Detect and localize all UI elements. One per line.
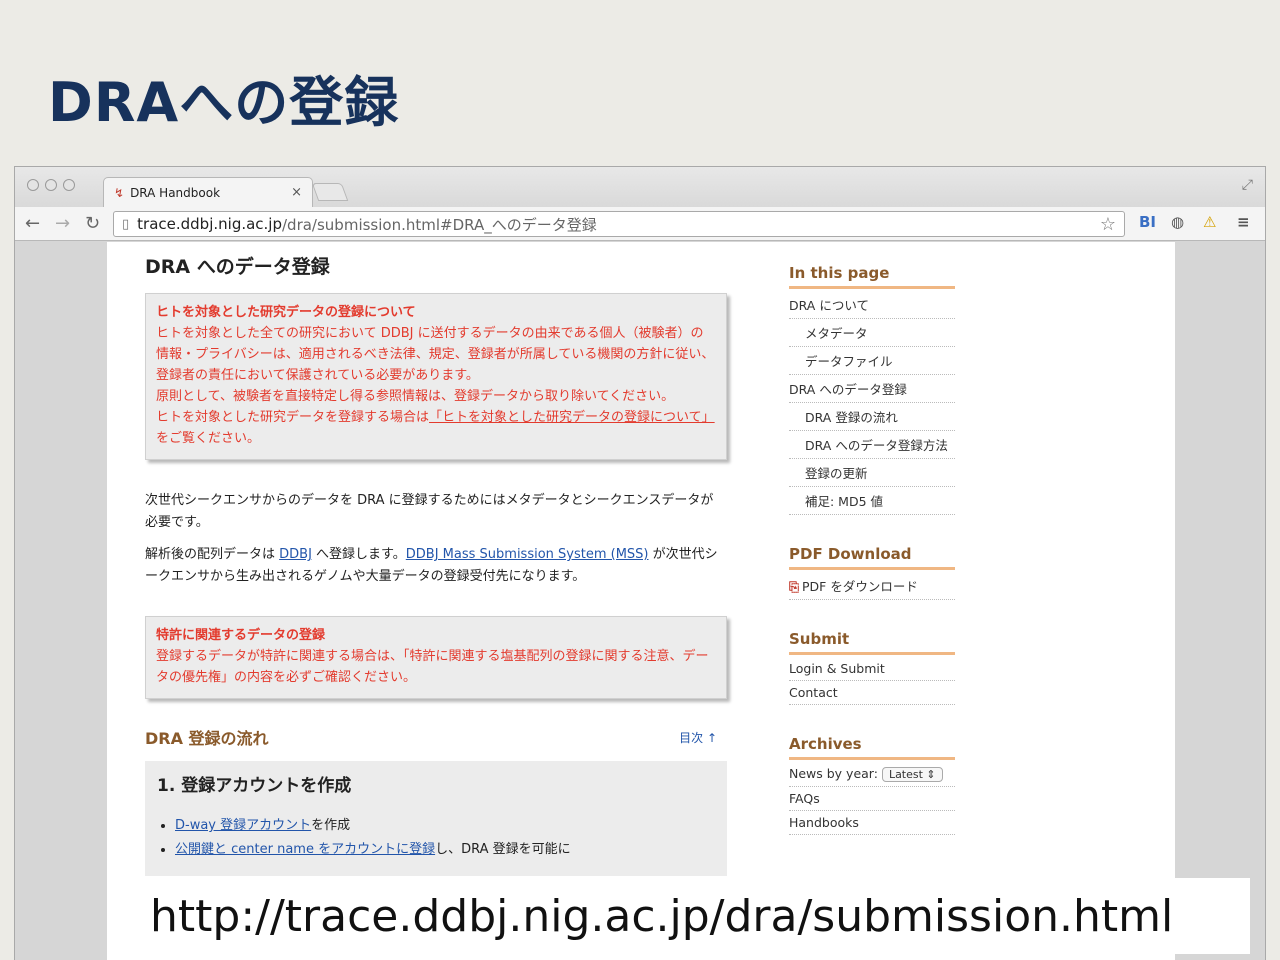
notice-body-2: 原則として、被験者を直接特定し得る参照情報は、登録データから取り除いてください。 xyxy=(156,389,675,404)
para-text-b: へ登録します。 xyxy=(311,547,406,562)
page-icon: ▯ xyxy=(122,216,130,232)
sidebar-item[interactable]: DRA について xyxy=(789,291,955,319)
sidebar-item[interactable]: 登録の更新 xyxy=(789,459,955,487)
back-icon[interactable]: ← xyxy=(25,213,40,234)
in-this-page-box: In this page DRA について メタデータ データファイル DRA … xyxy=(789,264,955,515)
pdf-icon: ⎘ xyxy=(789,579,800,594)
url-domain: trace.ddbj.nig.ac.jp xyxy=(137,215,282,233)
tab-close-icon[interactable]: × xyxy=(291,185,302,200)
favicon-icon: ↯ xyxy=(114,185,125,200)
step-1-title: 1. 登録アカウントを作成 xyxy=(157,776,352,796)
login-submit-link[interactable]: Login & Submit xyxy=(789,657,955,681)
patent-notice-title: 特許に関連するデータの登録 xyxy=(156,628,326,643)
handbooks-link[interactable]: Handbooks xyxy=(789,811,955,835)
mss-link[interactable]: DDBJ Mass Submission System (MSS) xyxy=(406,547,649,562)
patent-notice-body: 登録するデータが特許に関連する場合は、「特許に関連する塩基配列の登録に関する注意… xyxy=(156,649,709,685)
close-window-button[interactable] xyxy=(27,179,39,191)
public-key-link[interactable]: 公開鍵と center name をアカウントに登録 xyxy=(175,842,435,857)
news-year-value: Latest xyxy=(888,768,923,781)
address-bar[interactable]: ▯ trace.ddbj.nig.ac.jp /dra/submission.h… xyxy=(113,211,1125,237)
human-data-notice: ヒトを対象とした研究データの登録について ヒトを対象とした全ての研究において D… xyxy=(145,293,727,460)
notice-text-end: をご覧ください。 xyxy=(156,431,261,446)
pdf-download-box: PDF Download ⎘ PDF をダウンロード xyxy=(789,545,955,600)
notice-text: ヒトを対象とした研究データを登録する場合は xyxy=(156,410,430,425)
section-title: DRA 登録の流れ xyxy=(145,729,269,748)
archives-box: Archives News by year: Latest ⇕ FAQs Hand… xyxy=(789,735,955,835)
notice-body-1: ヒトを対象とした全ての研究において DDBJ に送付するデータの由来である個人（… xyxy=(156,326,715,383)
url-caption: http://trace.ddbj.nig.ac.jp/dra/submissi… xyxy=(140,878,1250,954)
list-item-text: し、DRA 登録を可能に xyxy=(435,842,571,857)
sidebar-item[interactable]: メタデータ xyxy=(789,319,955,347)
pdf-download-label: PDF をダウンロード xyxy=(802,579,918,594)
url-path: /dra/submission.html#DRA_へのデータ登録 xyxy=(282,215,597,234)
globe-icon[interactable]: ◍ xyxy=(1171,213,1184,231)
main-content: DRA へのデータ登録 ヒトを対象とした研究データの登録について ヒトを対象とし… xyxy=(145,252,727,942)
menu-icon[interactable]: ≡ xyxy=(1237,213,1250,231)
browser-window: ↯ DRA Handbook × ⤢ ← → ↻ ▯ trace.ddbj.ni… xyxy=(14,166,1266,960)
tab-title: DRA Handbook xyxy=(130,185,221,200)
in-this-page-heading: In this page xyxy=(789,264,955,289)
notice-body-3: ヒトを対象とした研究データを登録する場合は「ヒトを対象とした研究データの登録につ… xyxy=(156,407,716,449)
minimize-window-button[interactable] xyxy=(45,179,57,191)
faqs-link[interactable]: FAQs xyxy=(789,787,955,811)
list-item-text: を作成 xyxy=(311,818,351,833)
new-tab-button[interactable] xyxy=(311,183,349,201)
warning-icon[interactable]: ⚠ xyxy=(1203,213,1216,231)
pdf-download-link[interactable]: ⎘ PDF をダウンロード xyxy=(789,572,955,600)
contact-link[interactable]: Contact xyxy=(789,681,955,705)
browser-toolbar: ← → ↻ ▯ trace.ddbj.nig.ac.jp /dra/submis… xyxy=(15,207,1265,241)
intro-paragraph: 次世代シークエンサからのデータを DRA に登録するためにはメタデータとシークエ… xyxy=(145,493,714,530)
fullscreen-icon[interactable]: ⤢ xyxy=(1242,177,1253,193)
sidebar: In this page DRA について メタデータ データファイル DRA … xyxy=(789,264,955,865)
sidebar-item[interactable]: データファイル xyxy=(789,347,955,375)
forward-icon[interactable]: → xyxy=(55,213,70,234)
news-by-year: News by year: Latest ⇕ xyxy=(789,762,955,787)
tab-bar: ↯ DRA Handbook × ⤢ xyxy=(15,167,1265,207)
para-text-a: 解析後の配列データは xyxy=(145,547,280,562)
patent-notice: 特許に関連するデータの登録 登録するデータが特許に関連する場合は、「特許に関連す… xyxy=(145,616,727,699)
step-1-box: 1. 登録アカウントを作成 D-way 登録アカウントを作成 公開鍵と cent… xyxy=(145,761,727,876)
submit-box: Submit Login & Submit Contact xyxy=(789,630,955,705)
dway-account-link[interactable]: D-way 登録アカウント xyxy=(175,818,311,833)
pdf-download-heading: PDF Download xyxy=(789,545,955,570)
reload-icon[interactable]: ↻ xyxy=(85,213,100,234)
news-year-select[interactable]: Latest ⇕ xyxy=(881,767,943,782)
submit-heading: Submit xyxy=(789,630,955,655)
sidebar-item[interactable]: DRA へのデータ登録 xyxy=(789,375,955,403)
ddbj-link[interactable]: DDBJ xyxy=(279,547,312,562)
toc-link[interactable]: 目次 ↑ xyxy=(679,729,717,746)
sidebar-item[interactable]: DRA 登録の流れ xyxy=(789,403,955,431)
news-label: News by year: xyxy=(789,766,878,781)
bookmark-star-icon[interactable]: ☆ xyxy=(1100,214,1116,235)
list-item: D-way 登録アカウントを作成 xyxy=(175,814,715,838)
human-data-link[interactable]: 「ヒトを対象とした研究データの登録について」 xyxy=(429,410,715,425)
notice-title: ヒトを対象とした研究データの登録について xyxy=(156,305,416,320)
page-heading: DRA へのデータ登録 xyxy=(145,256,330,278)
bi-extension-icon[interactable]: BI xyxy=(1139,213,1156,231)
slide-title: DRAへの登録 xyxy=(48,71,400,134)
step-1-list: D-way 登録アカウントを作成 公開鍵と center name をアカウント… xyxy=(157,814,715,862)
web-page: DRA へのデータ登録 ヒトを対象とした研究データの登録について ヒトを対象とし… xyxy=(107,242,1175,960)
sidebar-item[interactable]: DRA へのデータ登録方法 xyxy=(789,431,955,459)
mss-paragraph: 解析後の配列データは DDBJ へ登録します。DDBJ Mass Submiss… xyxy=(145,544,725,588)
archives-heading: Archives xyxy=(789,735,955,760)
section-header: DRA 登録の流れ 目次 ↑ xyxy=(145,725,717,749)
list-item: 公開鍵と center name をアカウントに登録し、DRA 登録を可能に xyxy=(175,838,715,862)
window-controls xyxy=(27,179,75,191)
browser-tab[interactable]: ↯ DRA Handbook × xyxy=(103,177,313,207)
zoom-window-button[interactable] xyxy=(63,179,75,191)
sidebar-item[interactable]: 補足: MD5 値 xyxy=(789,487,955,515)
